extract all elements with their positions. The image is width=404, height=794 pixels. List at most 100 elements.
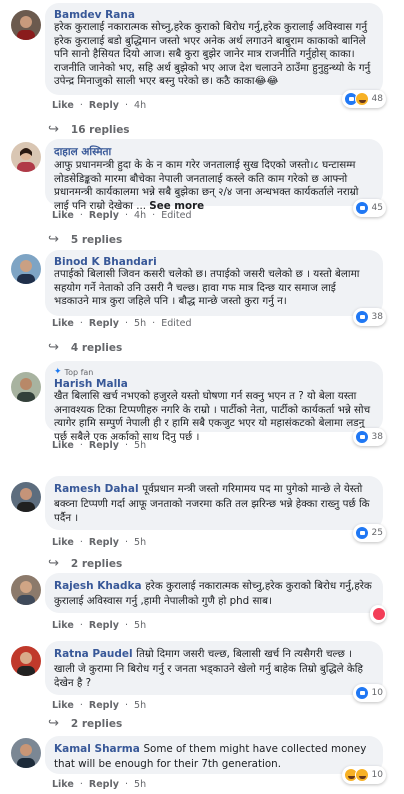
reaction-count: 45 xyxy=(371,203,383,213)
reaction-count: 10 xyxy=(371,688,383,698)
avatar[interactable] xyxy=(11,372,41,402)
separator: · xyxy=(79,440,83,451)
love-reaction-icon xyxy=(372,607,386,621)
comment-author[interactable]: Bamdev Rana xyxy=(54,9,373,21)
reply-arrow-icon: ↪ xyxy=(48,122,59,137)
comment-bubble: Bamdev Rana हरेक कुरालाई नकारात्मक सोच्न… xyxy=(45,3,383,95)
reaction-summary[interactable]: 10 xyxy=(352,684,386,702)
haha-reaction-icon xyxy=(354,768,369,782)
comment-bubble: दाहाल अस्मिता आफु प्रधानमन्त्री हुदा के … xyxy=(45,139,383,212)
separator: · xyxy=(79,210,83,221)
comment-actions: Like · Reply · 5h xyxy=(52,440,149,451)
comment-author[interactable]: Ratna Paudel xyxy=(54,648,136,660)
comment-author[interactable]: Ramesh Dahal xyxy=(54,483,142,495)
comment-timestamp[interactable]: 5h xyxy=(134,779,146,790)
view-replies-button[interactable]: ↪ 2 replies xyxy=(48,556,122,571)
comment-actions: Like · Reply · 5h xyxy=(52,620,149,631)
like-reaction-icon xyxy=(354,430,369,444)
comment-bubble: Rajesh Khadka हरेक कुरालाई नकारात्मक सोच… xyxy=(45,573,383,613)
edited-label[interactable]: Edited xyxy=(161,318,191,329)
reply-arrow-icon: ↪ xyxy=(48,340,59,355)
reply-button[interactable]: Reply xyxy=(89,100,119,111)
separator: · xyxy=(124,440,128,451)
reaction-summary[interactable]: 38 xyxy=(352,308,386,326)
comment-author[interactable]: Harish Malla xyxy=(54,378,373,390)
avatar[interactable] xyxy=(11,254,41,284)
replies-count: 2 replies xyxy=(70,557,123,570)
reaction-summary[interactable]: 48 xyxy=(341,90,386,108)
edited-label[interactable]: Edited xyxy=(161,210,191,221)
comment-bubble: Ramesh Dahal पूर्वप्रधान मन्त्री जस्तो ग… xyxy=(45,476,383,530)
comment-bubble: Ratna Paudel तिम्रो दिमाग जसरी चल्छ, बिल… xyxy=(45,641,383,695)
avatar[interactable] xyxy=(11,575,41,605)
reply-button[interactable]: Reply xyxy=(89,210,119,221)
separator: · xyxy=(124,700,128,711)
like-reaction-icon xyxy=(354,686,369,700)
comment-actions: Like · Reply · 5h · Edited xyxy=(52,318,194,329)
view-replies-button[interactable]: ↪ 16 replies xyxy=(48,122,130,137)
like-button[interactable]: Like xyxy=(52,210,74,221)
reply-button[interactable]: Reply xyxy=(89,537,119,548)
like-button[interactable]: Like xyxy=(52,440,74,451)
separator: · xyxy=(124,318,128,329)
avatar[interactable] xyxy=(11,482,41,512)
like-button[interactable]: Like xyxy=(52,537,74,548)
separator: · xyxy=(79,100,83,111)
separator: · xyxy=(79,318,83,329)
comment-author[interactable]: Rajesh Khadka xyxy=(54,580,145,592)
avatar[interactable] xyxy=(11,738,41,768)
separator: · xyxy=(79,537,83,548)
avatar[interactable] xyxy=(11,142,41,172)
comment-timestamp[interactable]: 4h xyxy=(134,100,146,111)
reaction-summary[interactable]: 45 xyxy=(352,199,386,217)
replies-count: 4 replies xyxy=(70,341,123,354)
reply-button[interactable]: Reply xyxy=(89,318,119,329)
reaction-summary[interactable]: 10 xyxy=(341,766,386,784)
comment-text: आफु प्रधानमन्त्री हुदा के के न काम गरेर … xyxy=(54,159,373,213)
reaction-summary[interactable]: 38 xyxy=(352,428,386,446)
separator: · xyxy=(79,779,83,790)
comment-timestamp[interactable]: 5h xyxy=(134,620,146,631)
comment-actions: Like · Reply · 5h xyxy=(52,537,149,548)
comment-author[interactable]: दाहाल अस्मिता xyxy=(54,145,373,159)
separator: · xyxy=(124,210,128,221)
reply-arrow-icon: ↪ xyxy=(48,556,59,571)
view-replies-button[interactable]: ↪ 4 replies xyxy=(48,340,122,355)
comment-author[interactable]: Binod K Bhandari xyxy=(54,256,373,268)
reaction-count: 25 xyxy=(371,528,383,538)
top-fan-label: Top fan xyxy=(64,367,94,377)
comment-timestamp[interactable]: 5h xyxy=(134,440,146,451)
view-replies-button[interactable]: ↪ 5 replies xyxy=(48,232,122,247)
comment-text: खैत बिलासि खर्च नभएको हजुरले यस्तो घोषणा… xyxy=(54,390,371,443)
view-replies-button[interactable]: ↪ 2 replies xyxy=(48,716,122,731)
comment-author[interactable]: Kamal Sharma xyxy=(54,743,144,755)
avatar[interactable] xyxy=(11,10,41,40)
reaction-count: 10 xyxy=(371,770,383,780)
separator: · xyxy=(124,620,128,631)
reply-button[interactable]: Reply xyxy=(89,440,119,451)
comment-timestamp[interactable]: 5h xyxy=(134,318,146,329)
comment-timestamp[interactable]: 5h xyxy=(134,537,146,548)
separator: · xyxy=(124,779,128,790)
like-button[interactable]: Like xyxy=(52,100,74,111)
comment-timestamp[interactable]: 4h xyxy=(134,210,146,221)
comment-text: तपाईको बिलासी जिवन कसरी चलेको छ। तपाईको … xyxy=(54,268,360,308)
top-fan-badge: ✦ Top fan xyxy=(54,367,373,377)
top-fan-icon: ✦ xyxy=(54,367,62,377)
separator: · xyxy=(124,100,128,111)
reaction-summary[interactable]: 25 xyxy=(352,524,386,542)
like-button[interactable]: Like xyxy=(52,620,74,631)
comment-text: हरेक कुरालाई नकारात्मक सोच्नु,हरेक कुराक… xyxy=(54,21,371,88)
reply-arrow-icon: ↪ xyxy=(48,716,59,731)
reply-button[interactable]: Reply xyxy=(89,779,119,790)
like-reaction-icon xyxy=(354,201,369,215)
like-button[interactable]: Like xyxy=(52,318,74,329)
reaction-summary[interactable] xyxy=(370,605,386,623)
like-button[interactable]: Like xyxy=(52,700,74,711)
reply-button[interactable]: Reply xyxy=(89,620,119,631)
reply-arrow-icon: ↪ xyxy=(48,232,59,247)
avatar[interactable] xyxy=(11,646,41,676)
like-button[interactable]: Like xyxy=(52,779,74,790)
reply-button[interactable]: Reply xyxy=(89,700,119,711)
comment-timestamp[interactable]: 5h xyxy=(134,700,146,711)
